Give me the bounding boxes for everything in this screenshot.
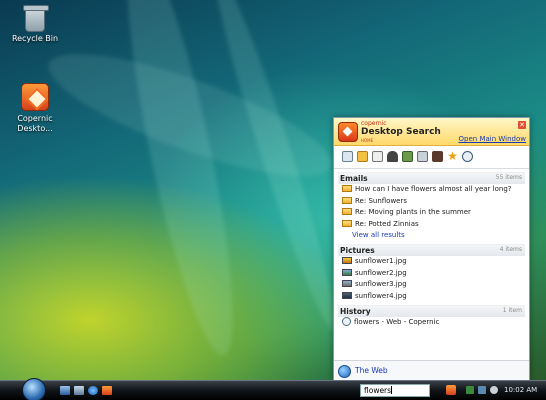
envelope-icon (342, 219, 352, 227)
open-main-window-link[interactable]: Open Main Window (459, 135, 526, 143)
videos-icon[interactable] (417, 151, 428, 162)
section-count: 4 items (499, 246, 522, 253)
all-icon[interactable] (342, 151, 353, 162)
picture-result[interactable]: sunflower3.jpg (338, 279, 525, 291)
section-header: Pictures 4 items (338, 244, 525, 256)
home-label: HOME (361, 138, 374, 143)
globe-icon (338, 365, 351, 378)
volume-icon[interactable] (490, 386, 498, 394)
email-subject: Re: Potted Zinnias (355, 219, 419, 228)
image-thumbnail-icon (342, 291, 352, 299)
music-icon[interactable] (387, 151, 398, 162)
section-title: Emails (340, 174, 368, 183)
history-entry: flowers - Web - Copernic (354, 318, 440, 326)
email-result[interactable]: Re: Sunflowers (338, 196, 525, 208)
panel-title: Desktop Search (361, 127, 441, 137)
copernic-quicklaunch-icon[interactable] (102, 386, 112, 395)
taskbar-search-input[interactable]: flowers (360, 384, 430, 397)
email-subject: How can I have flowers almost all year l… (355, 185, 512, 193)
picture-filename: sunflower1.jpg (355, 257, 407, 265)
desktop-search-panel: copernic Desktop Search HOME ✕ Open Main… (333, 117, 530, 382)
copernic-label-line1: Copernic (17, 114, 53, 123)
the-web-link[interactable]: The Web (355, 366, 388, 375)
pictures-icon[interactable] (402, 151, 413, 162)
recycle-bin-desktop-icon[interactable]: Recycle Bin (5, 5, 65, 44)
start-button[interactable] (22, 378, 46, 400)
image-thumbnail-icon (342, 257, 352, 264)
email-subject: Re: Moving plants in the summer (355, 208, 471, 216)
pictures-section: Pictures 4 items sunflower1.jpg sunflowe… (338, 244, 525, 302)
contacts-icon[interactable] (432, 151, 443, 162)
email-result[interactable]: Re: Moving plants in the summer (338, 207, 525, 219)
image-thumbnail-icon (342, 280, 352, 287)
picture-filename: sunflower3.jpg (355, 280, 407, 288)
copernic-label-line2: Deskto... (17, 124, 53, 133)
search-value: flowers (364, 386, 392, 395)
image-thumbnail-icon (342, 268, 352, 276)
picture-filename: sunflower2.jpg (355, 268, 407, 277)
taskbar: flowers 10:02 AM (0, 378, 546, 400)
section-header: History 1 item (338, 305, 525, 317)
text-cursor (391, 386, 393, 394)
panel-footer: The Web (334, 360, 529, 381)
view-all-results-link[interactable]: View all results (338, 230, 525, 241)
section-count: 1 item (502, 307, 522, 314)
section-header: Emails 55 items (338, 172, 525, 184)
recycle-bin-icon (23, 5, 49, 32)
internet-explorer-icon[interactable] (88, 386, 98, 395)
picture-filename: sunflower4.jpg (355, 291, 407, 300)
envelope-icon (342, 196, 352, 204)
section-title: Pictures (340, 246, 375, 255)
picture-result[interactable]: sunflower1.jpg (338, 256, 525, 268)
recycle-bin-label: Recycle Bin (11, 34, 59, 43)
category-toolbar: ★ (334, 146, 529, 169)
copernic-app-icon (21, 83, 49, 111)
envelope-icon (342, 208, 352, 215)
clock[interactable]: 10:02 AM (504, 386, 537, 394)
show-desktop-icon[interactable] (60, 386, 70, 395)
files-icon[interactable] (372, 151, 383, 162)
switch-windows-icon[interactable] (74, 386, 84, 395)
sidebar-tray-icon[interactable] (466, 386, 474, 394)
section-title: History (340, 307, 371, 316)
brand-label: copernic (361, 120, 387, 127)
email-result[interactable]: Re: Potted Zinnias (338, 219, 525, 231)
section-count: 55 items (495, 174, 522, 181)
email-subject: Re: Sunflowers (355, 196, 408, 205)
copernic-tray-icon[interactable] (446, 385, 456, 395)
envelope-icon (342, 185, 352, 192)
picture-result[interactable]: sunflower2.jpg (338, 268, 525, 280)
picture-result[interactable]: sunflower4.jpg (338, 291, 525, 303)
copernic-logo-icon (338, 122, 358, 142)
history-result[interactable]: flowers - Web - Copernic (338, 317, 525, 329)
favorites-icon[interactable]: ★ (447, 150, 458, 162)
history-section: History 1 item flowers - Web - Copernic (338, 305, 525, 329)
history-icon[interactable] (462, 151, 473, 162)
network-icon[interactable] (478, 386, 486, 394)
email-result[interactable]: How can I have flowers almost all year l… (338, 184, 525, 196)
close-button[interactable]: ✕ (518, 121, 526, 129)
emails-section: Emails 55 items How can I have flowers a… (338, 172, 525, 241)
copernic-desktop-icon[interactable]: Copernic Deskto... (5, 83, 65, 134)
email-icon[interactable] (357, 151, 368, 162)
panel-header: copernic Desktop Search HOME ✕ Open Main… (334, 118, 529, 146)
clock-icon (342, 317, 351, 326)
